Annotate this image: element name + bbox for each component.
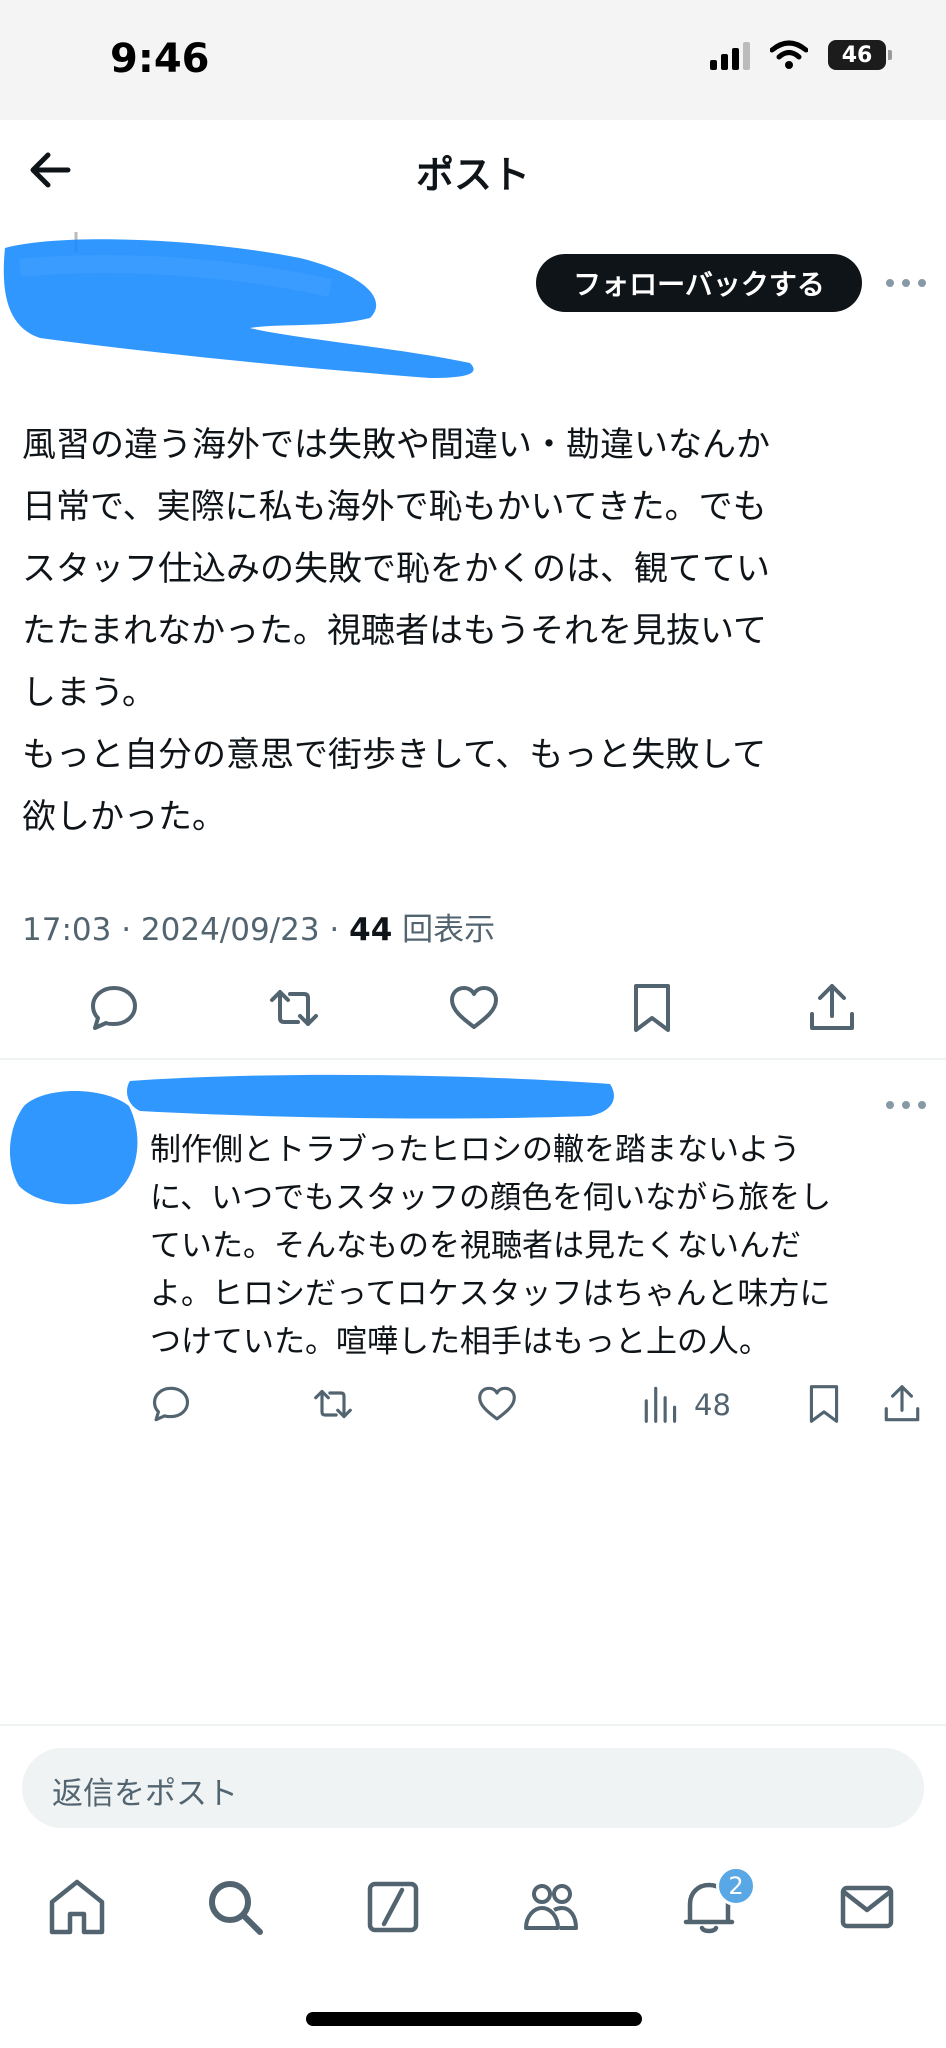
share-icon[interactable] <box>804 980 860 1036</box>
home-icon[interactable] <box>46 1876 108 1938</box>
reply-reply-icon[interactable] <box>149 1382 193 1426</box>
status-time: 9:46 <box>110 36 210 82</box>
status-bar: 9:46 46 <box>0 0 946 120</box>
post-views-count: 44 <box>349 912 393 948</box>
reply-more-options-icon[interactable] <box>886 1099 926 1111</box>
redacted-reply-author <box>127 1074 614 1119</box>
redacted-author <box>3 232 474 378</box>
communities-icon[interactable] <box>520 1876 582 1938</box>
reply-views-count: 48 <box>694 1388 731 1422</box>
reply-like-icon[interactable] <box>475 1382 519 1426</box>
post-action-bar <box>0 980 946 1040</box>
like-icon[interactable] <box>446 980 502 1036</box>
status-icons: 46 <box>710 40 892 70</box>
wifi-icon <box>770 40 808 69</box>
signal-icon <box>710 40 750 70</box>
post-views-label: 回表示 <box>392 912 496 948</box>
header: ポスト <box>0 120 946 220</box>
reply-share-icon[interactable] <box>880 1382 924 1426</box>
repost-icon[interactable] <box>266 980 322 1036</box>
search-icon[interactable] <box>204 1876 266 1938</box>
reply-composer[interactable]: 返信をポスト <box>22 1748 924 1828</box>
bookmark-icon[interactable] <box>624 980 680 1036</box>
bottom-nav: 2 <box>0 1866 946 1976</box>
home-indicator[interactable] <box>306 2012 642 2026</box>
post-timestamp: 17:03 · 2024/09/23 · <box>22 912 350 948</box>
follow-back-button[interactable]: フォローバックする <box>536 254 862 312</box>
reply-text: 制作側とトラブったヒロシの轍を踏まないよう に、いつでもスタッフの顔色を伺いなが… <box>150 1132 832 1360</box>
divider <box>0 1058 946 1060</box>
battery-icon: 46 <box>828 40 892 70</box>
post-text: 風習の違う海外では失敗や間違い・勘違いなんか 日常で、実際に私も海外で恥もかいて… <box>22 425 770 837</box>
reply-action-bar: 48 <box>0 1376 946 1432</box>
analytics-icon[interactable] <box>640 1382 684 1426</box>
messages-icon[interactable] <box>836 1876 898 1938</box>
post-meta: 17:03 · 2024/09/23 · 44 回表示 <box>22 904 495 949</box>
composer-divider <box>0 1724 946 1726</box>
grok-icon[interactable] <box>362 1876 424 1938</box>
reply-composer-placeholder: 返信をポスト <box>52 1776 238 1812</box>
page-title: ポスト <box>415 153 530 197</box>
battery-level: 46 <box>841 42 873 68</box>
reply-icon[interactable] <box>86 980 142 1036</box>
reply-bookmark-icon[interactable] <box>802 1382 846 1426</box>
notification-badge: 2 <box>716 1866 756 1906</box>
more-options-icon[interactable] <box>886 277 926 289</box>
reply-repost-icon[interactable] <box>311 1382 355 1426</box>
